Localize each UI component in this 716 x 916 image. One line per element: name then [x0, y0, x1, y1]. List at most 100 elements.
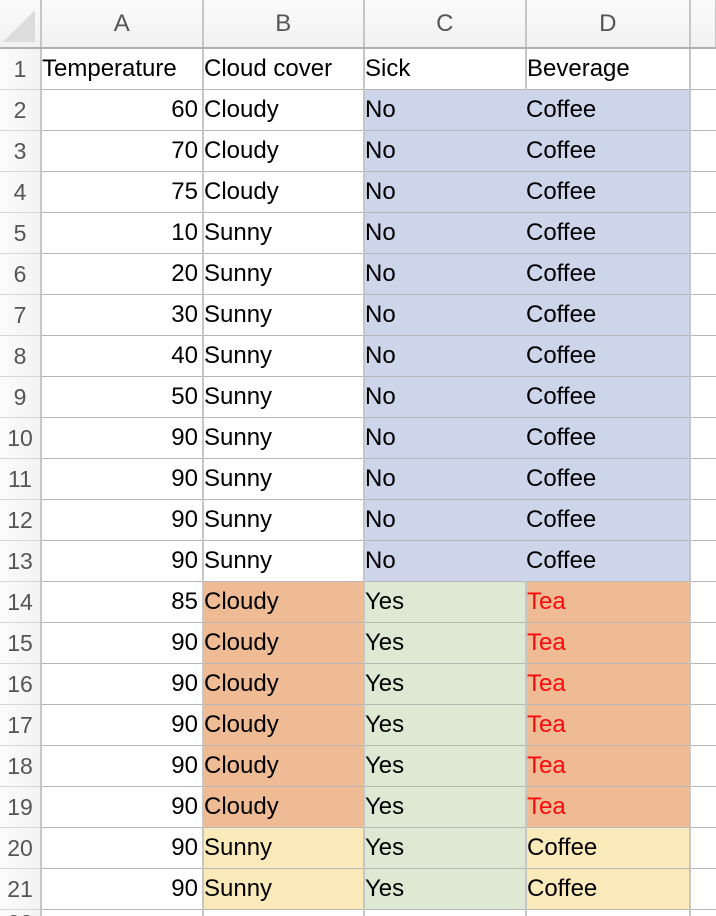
cell-e5[interactable] [690, 212, 716, 254]
cell-a14[interactable]: 85 [41, 581, 204, 623]
cell-b18[interactable]: Cloudy [203, 745, 365, 787]
table-row[interactable]: 9 50 Sunny No Coffee [0, 376, 716, 418]
row-header-22[interactable]: 22 [0, 909, 42, 916]
cell-c19[interactable]: Yes [364, 786, 527, 828]
row-header-6[interactable]: 6 [0, 253, 42, 295]
cell-c4[interactable]: No [364, 171, 526, 213]
table-row[interactable]: 4 75 Cloudy No Coffee [0, 171, 716, 213]
cell-b2[interactable]: Cloudy [203, 89, 365, 131]
cell-e6[interactable] [690, 253, 716, 295]
cell-c20[interactable]: Yes [364, 827, 527, 869]
cell-a19[interactable]: 90 [41, 786, 204, 828]
cell-c22[interactable] [364, 909, 527, 916]
cell-b11[interactable]: Sunny [203, 458, 365, 500]
cell-b13[interactable]: Sunny [203, 540, 365, 582]
cell-c2[interactable]: No [364, 89, 526, 131]
cell-e19[interactable] [690, 786, 716, 828]
column-header-d[interactable]: D [526, 0, 691, 49]
cell-d16[interactable]: Tea [526, 663, 691, 705]
cell-b9[interactable]: Sunny [203, 376, 365, 418]
table-row[interactable]: 5 10 Sunny No Coffee [0, 212, 716, 254]
cell-e9[interactable] [690, 376, 716, 418]
cell-d6[interactable]: Coffee [526, 253, 691, 295]
cell-e13[interactable] [690, 540, 716, 582]
cell-a13[interactable]: 90 [41, 540, 204, 582]
table-row[interactable]: 1 Temperature Cloud cover Sick Beverage [0, 48, 716, 90]
cell-e3[interactable] [690, 130, 716, 172]
cell-b3[interactable]: Cloudy [203, 130, 365, 172]
cell-d7[interactable]: Coffee [526, 294, 691, 336]
cell-c10[interactable]: No [364, 417, 526, 459]
cell-a16[interactable]: 90 [41, 663, 204, 705]
column-header-e[interactable] [690, 0, 716, 49]
cell-b6[interactable]: Sunny [203, 253, 365, 295]
row-header-7[interactable]: 7 [0, 294, 42, 336]
header-temperature[interactable]: Temperature [41, 48, 204, 90]
table-row[interactable]: 16 90 Cloudy Yes Tea [0, 663, 716, 705]
cell-d8[interactable]: Coffee [526, 335, 691, 377]
cell-d5[interactable]: Coffee [526, 212, 691, 254]
cell-a10[interactable]: 90 [41, 417, 204, 459]
cell-b14[interactable]: Cloudy [203, 581, 365, 623]
cell-e17[interactable] [690, 704, 716, 746]
row-header-14[interactable]: 14 [0, 581, 42, 623]
header-beverage[interactable]: Beverage [526, 48, 691, 90]
cell-d14[interactable]: Tea [526, 581, 691, 623]
table-row[interactable]: 21 90 Sunny Yes Coffee [0, 868, 716, 910]
table-row[interactable]: 7 30 Sunny No Coffee [0, 294, 716, 336]
cell-d4[interactable]: Coffee [526, 171, 691, 213]
cell-a21[interactable]: 90 [41, 868, 204, 910]
cell-b4[interactable]: Cloudy [203, 171, 365, 213]
cell-c17[interactable]: Yes [364, 704, 527, 746]
sheet-body[interactable]: 1 Temperature Cloud cover Sick Beverage 2 60 Cl… [0, 48, 716, 916]
column-header-c[interactable]: C [364, 0, 527, 49]
cell-e7[interactable] [690, 294, 716, 336]
cell-d12[interactable]: Coffee [526, 499, 691, 541]
cell-b12[interactable]: Sunny [203, 499, 365, 541]
cell-c5[interactable]: No [364, 212, 526, 254]
header-sick[interactable]: Sick [364, 48, 527, 90]
table-row[interactable]: 11 90 Sunny No Coffee [0, 458, 716, 500]
cell-b22[interactable] [203, 909, 365, 916]
row-header-20[interactable]: 20 [0, 827, 42, 869]
table-row[interactable]: 20 90 Sunny Yes Coffee [0, 827, 716, 869]
cell-a12[interactable]: 90 [41, 499, 204, 541]
row-header-15[interactable]: 15 [0, 622, 42, 664]
table-row[interactable]: 13 90 Sunny No Coffee [0, 540, 716, 582]
row-header-2[interactable]: 2 [0, 89, 42, 131]
cell-e21[interactable] [690, 868, 716, 910]
table-row[interactable]: 10 90 Sunny No Coffee [0, 417, 716, 459]
cell-e8[interactable] [690, 335, 716, 377]
table-row[interactable]: 3 70 Cloudy No Coffee [0, 130, 716, 172]
cell-c11[interactable]: No [364, 458, 526, 500]
cell-d11[interactable]: Coffee [526, 458, 691, 500]
cell-d10[interactable]: Coffee [526, 417, 691, 459]
cell-c8[interactable]: No [364, 335, 526, 377]
cell-d18[interactable]: Tea [526, 745, 691, 787]
cell-a9[interactable]: 50 [41, 376, 204, 418]
cell-b15[interactable]: Cloudy [203, 622, 365, 664]
cell-c7[interactable]: No [364, 294, 526, 336]
cell-e22[interactable] [690, 910, 716, 916]
row-header-17[interactable]: 17 [0, 704, 42, 746]
cell-e15[interactable] [690, 622, 716, 664]
cell-d20[interactable]: Coffee [526, 827, 691, 869]
table-row[interactable]: 17 90 Cloudy Yes Tea [0, 704, 716, 746]
row-header-9[interactable]: 9 [0, 376, 42, 418]
cell-e2[interactable] [690, 89, 716, 131]
cell-a20[interactable]: 90 [41, 827, 204, 869]
cell-b19[interactable]: Cloudy [203, 786, 365, 828]
cell-a5[interactable]: 10 [41, 212, 204, 254]
cell-d22[interactable] [526, 909, 691, 916]
column-header-a[interactable]: A [41, 0, 204, 49]
table-row[interactable]: 14 85 Cloudy Yes Tea [0, 581, 716, 623]
cell-d3[interactable]: Coffee [526, 130, 691, 172]
cell-e11[interactable] [690, 458, 716, 500]
cell-a17[interactable]: 90 [41, 704, 204, 746]
cell-a22[interactable] [41, 909, 204, 916]
cell-c9[interactable]: No [364, 376, 526, 418]
cell-e14[interactable] [690, 581, 716, 623]
cell-a3[interactable]: 70 [41, 130, 204, 172]
table-row[interactable]: 6 20 Sunny No Coffee [0, 253, 716, 295]
cell-a4[interactable]: 75 [41, 171, 204, 213]
